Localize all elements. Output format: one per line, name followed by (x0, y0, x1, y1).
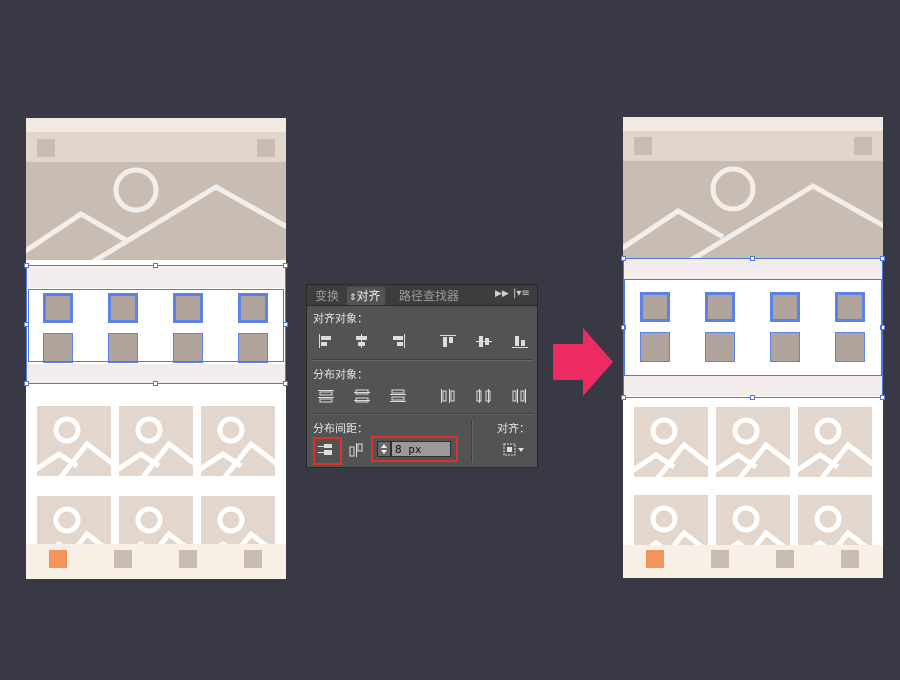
align-left-icon[interactable] (317, 333, 335, 349)
align-panel: 变换 ⇕对齐 路径查找器 ▶▶ |▾≡ 对齐对象： 分布对象： 分布间距： 对齐… (306, 284, 538, 468)
distribute-top-icon[interactable] (317, 388, 335, 404)
nav-left-square (634, 137, 652, 155)
tab-home-square[interactable] (646, 550, 664, 568)
align-horizontal-center-icon[interactable] (353, 333, 371, 349)
panel-divider (311, 413, 533, 415)
tab-align[interactable]: ⇕对齐 (347, 287, 385, 305)
selection-handle[interactable] (283, 381, 288, 386)
tab-square[interactable] (114, 550, 132, 568)
selection-handle[interactable] (153, 381, 158, 386)
highlight-box (313, 437, 342, 465)
tab-square[interactable] (776, 550, 794, 568)
photo-grid (26, 406, 286, 548)
selection-handle[interactable] (621, 256, 626, 261)
distribute-horizontal-center-icon[interactable] (475, 388, 493, 404)
selection-handle[interactable] (153, 263, 158, 268)
selection-handle[interactable] (880, 395, 885, 400)
align-vertical-center-icon[interactable] (475, 333, 493, 349)
align-to-label: 对齐： (497, 422, 530, 435)
align-bottom-icon[interactable] (511, 333, 529, 349)
spinner-arrows-icon[interactable] (377, 441, 391, 457)
align-right-icon[interactable] (389, 333, 407, 349)
selection-handle[interactable] (750, 256, 755, 261)
selection-handle[interactable] (750, 395, 755, 400)
nav-right-square (854, 137, 872, 155)
arrow-right-icon (553, 328, 613, 396)
distribute-right-icon[interactable] (511, 388, 529, 404)
tab-pathfinder[interactable]: 路径查找器 (395, 287, 463, 305)
selection-handle[interactable] (621, 395, 626, 400)
status-bar (623, 117, 883, 131)
align-to-key-object-icon[interactable] (502, 442, 528, 458)
collapse-icon[interactable]: ▶▶ (495, 289, 509, 299)
tab-transform[interactable]: 变换 (311, 287, 343, 305)
distribute-bottom-icon[interactable] (389, 388, 407, 404)
spacing-input[interactable]: 8 px (391, 441, 451, 457)
nav-left-square (37, 139, 55, 157)
distribute-vertical-center-icon[interactable] (353, 388, 371, 404)
tab-square[interactable] (711, 550, 729, 568)
status-bar (26, 118, 286, 132)
tab-square[interactable] (179, 550, 197, 568)
nav-right-square (257, 139, 275, 157)
panel-divider (311, 359, 533, 361)
distribute-objects-label: 分布对象： (313, 368, 368, 381)
photo-grid (623, 405, 883, 547)
selection-handle[interactable] (24, 263, 29, 268)
hero-image-placeholder (26, 162, 286, 260)
nav-bar (623, 131, 883, 161)
panel-menu-icon[interactable]: |▾≡ (513, 288, 530, 299)
panel-tab-bar: 变换 ⇕对齐 路径查找器 ▶▶ |▾≡ (307, 285, 537, 306)
tab-square[interactable] (244, 550, 262, 568)
distribute-spacing-label: 分布间距： (313, 422, 368, 435)
distribute-left-icon[interactable] (439, 388, 457, 404)
tab-home-square[interactable] (49, 550, 67, 568)
selection-handle[interactable] (880, 256, 885, 261)
hero-image-placeholder (623, 161, 883, 259)
horizontal-distribute-space-icon[interactable] (347, 442, 365, 458)
panel-vertical-divider (471, 420, 473, 462)
tab-square[interactable] (841, 550, 859, 568)
tab-toggle-icon: ⇕ (349, 293, 357, 303)
align-top-icon[interactable] (439, 333, 457, 349)
nav-bar (26, 132, 286, 162)
group-bounding-box (624, 279, 882, 376)
group-bounding-box (28, 289, 284, 362)
align-objects-label: 对齐对象： (313, 312, 368, 325)
selection-handle[interactable] (24, 381, 29, 386)
selection-handle[interactable] (283, 263, 288, 268)
